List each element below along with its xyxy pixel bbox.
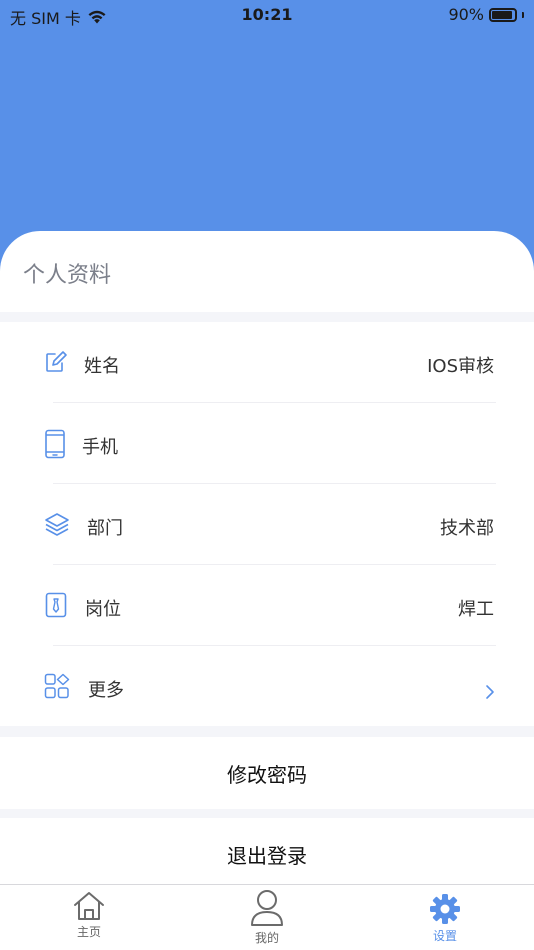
row-value-position: 焊工: [458, 599, 494, 620]
tab-bar: 主页 我的 设置: [0, 884, 534, 950]
row-label-name: 姓名: [84, 356, 120, 377]
row-phone: 手机: [0, 403, 534, 484]
profile-info-list: 姓名 IOS审核 手机 部门 技术部 岗位 焊工 更多: [0, 322, 534, 726]
row-name: 姓名 IOS审核: [0, 322, 534, 403]
tab-mine-label: 我的: [254, 931, 279, 945]
battery-fill: [492, 10, 512, 19]
gear-icon: [430, 894, 460, 924]
row-department: 部门 技术部: [0, 484, 534, 565]
tab-mine[interactable]: 我的: [227, 889, 307, 946]
battery-tip: [522, 11, 524, 18]
battery-icon: [489, 7, 517, 22]
row-label-phone: 手机: [82, 437, 118, 458]
edit-icon: [46, 351, 67, 372]
change-password-button[interactable]: 修改密码: [0, 737, 534, 809]
profile-title-card: 个人资料: [0, 231, 534, 312]
tab-settings[interactable]: 设置: [405, 893, 485, 944]
status-bar: 无 SIM 卡 10:21 90%: [0, 0, 534, 30]
battery-percent: 90%: [448, 5, 484, 24]
battery-group: 90%: [448, 5, 524, 24]
apps-icon: [44, 673, 70, 699]
row-value-department: 技术部: [440, 518, 494, 539]
row-label-department: 部门: [87, 518, 123, 539]
tab-home[interactable]: 主页: [49, 891, 129, 940]
home-icon: [74, 892, 104, 920]
layers-icon: [45, 513, 69, 536]
page-title: 个人资料: [23, 263, 112, 288]
logout-button[interactable]: 退出登录: [0, 818, 534, 890]
row-value-name: IOS审核: [427, 356, 494, 377]
phone-icon: [45, 429, 65, 459]
chevron-right-icon: [486, 685, 494, 699]
row-more[interactable]: 更多: [0, 646, 534, 727]
row-position: 岗位 焊工: [0, 565, 534, 646]
user-icon: [251, 890, 283, 926]
tab-settings-label: 设置: [432, 929, 457, 943]
row-label-position: 岗位: [85, 599, 121, 620]
badge-icon: [45, 592, 67, 618]
row-label-more: 更多: [88, 680, 124, 701]
tab-home-label: 主页: [76, 925, 101, 939]
